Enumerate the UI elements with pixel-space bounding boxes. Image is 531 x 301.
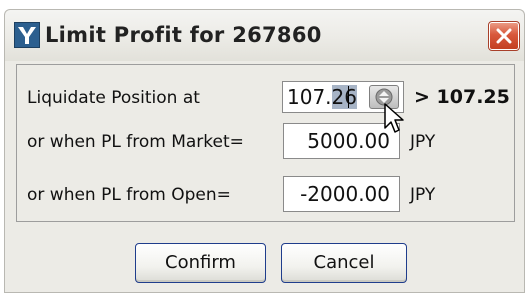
close-icon: [496, 28, 512, 44]
app-logo-icon: [14, 22, 40, 48]
pl-from-open-input[interactable]: -2000.00: [283, 176, 400, 212]
pl-from-market-label: or when PL from Market=: [27, 132, 244, 152]
dialog-title: Limit Profit for 267860: [45, 23, 322, 47]
pl-from-market-unit: JPY: [410, 132, 436, 152]
pl-from-open-label: or when PL from Open=: [27, 185, 231, 205]
liquidate-position-label: Liquidate Position at: [27, 88, 200, 108]
title-bar[interactable]: Limit Profit for 267860: [4, 9, 525, 61]
market-rate-indicator: > 107.25: [414, 86, 510, 108]
confirm-button[interactable]: Confirm: [135, 243, 266, 283]
liquidate-price-value[interactable]: 107.26: [287, 84, 357, 110]
close-button[interactable]: [488, 21, 520, 51]
pl-from-open-unit: JPY: [410, 185, 436, 205]
mouse-pointer-icon: [384, 103, 404, 133]
cancel-button[interactable]: Cancel: [281, 243, 407, 283]
text-caret: [348, 86, 349, 108]
selected-digits: 26: [331, 85, 357, 109]
limit-profit-dialog: Limit Profit for 267860 Liquidate Positi…: [0, 0, 531, 301]
